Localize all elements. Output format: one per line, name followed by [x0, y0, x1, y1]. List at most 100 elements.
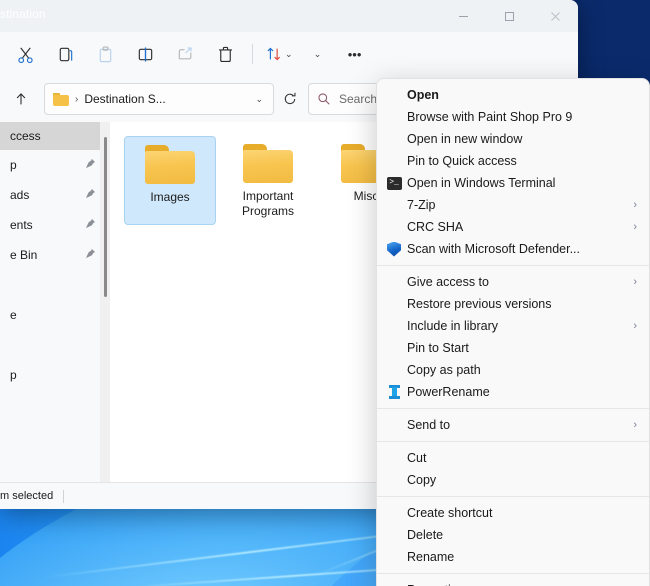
context-menu-item-7-zip[interactable]: 7-Zip›	[377, 194, 649, 216]
cut-button[interactable]	[6, 38, 44, 70]
context-menu-separator	[377, 408, 649, 409]
context-menu-item-open[interactable]: Open	[377, 84, 649, 106]
context-menu-item-label: Create shortcut	[407, 506, 637, 520]
sidebar-item-label: ads	[10, 188, 29, 202]
refresh-button[interactable]	[282, 91, 300, 107]
context-menu-item-give-access-to[interactable]: Give access to›	[377, 271, 649, 293]
toolbar-divider	[252, 44, 253, 64]
sidebar-item-quick-access[interactable]: ccess	[0, 122, 110, 150]
folder-item-images[interactable]: Images	[124, 136, 216, 225]
pin-icon	[85, 158, 96, 172]
sidebar-item-label: p	[10, 368, 17, 382]
window-controls	[440, 0, 578, 32]
submenu-chevron-right-icon: ›	[633, 276, 637, 288]
sidebar-item-downloads[interactable]: ads	[0, 180, 110, 210]
share-button[interactable]	[166, 38, 204, 70]
context-menu-item-powerrename[interactable]: PowerRename	[377, 381, 649, 403]
sidebar-item-label: ccess	[10, 129, 41, 143]
submenu-chevron-right-icon: ›	[633, 320, 637, 332]
submenu-chevron-right-icon: ›	[633, 199, 637, 211]
context-menu-item-label: Give access to	[407, 275, 633, 289]
minimize-button[interactable]	[440, 0, 486, 32]
sidebar-item-this-pc[interactable]: e	[0, 300, 110, 330]
delete-button[interactable]	[206, 38, 244, 70]
pin-icon	[85, 248, 96, 262]
navigate-up-button[interactable]	[6, 84, 36, 114]
context-menu-item-delete[interactable]: Delete	[377, 524, 649, 546]
context-menu-item-create-shortcut[interactable]: Create shortcut	[377, 502, 649, 524]
context-menu-item-label: Pin to Quick access	[407, 154, 637, 168]
ellipsis-icon: •••	[348, 48, 362, 61]
context-menu-separator	[377, 441, 649, 442]
context-menu-item-rename[interactable]: Rename	[377, 546, 649, 568]
context-menu-item-label: Scan with Microsoft Defender...	[407, 242, 637, 256]
address-bar[interactable]: › Destination S... ⌄	[44, 83, 274, 115]
submenu-chevron-right-icon: ›	[633, 221, 637, 233]
pin-icon	[85, 218, 96, 232]
status-selection-text: m selected	[0, 490, 53, 502]
status-divider	[63, 490, 64, 503]
context-menu: Open Browse with Paint Shop Pro 9 Open in …	[376, 78, 650, 586]
view-options-button[interactable]: ⌄	[299, 38, 337, 70]
sidebar-item-recycle-bin[interactable]: e Bin	[0, 240, 110, 270]
shield-icon	[381, 242, 407, 257]
context-menu-item-send-to[interactable]: Send to›	[377, 414, 649, 436]
context-menu-item-label: Open in new window	[407, 132, 637, 146]
context-menu-item-copy[interactable]: Copy	[377, 469, 649, 491]
context-menu-item-restore-previous-versions[interactable]: Restore previous versions	[377, 293, 649, 315]
context-menu-item-properties[interactable]: Properties	[377, 579, 649, 586]
address-chevron-down-icon[interactable]: ⌄	[249, 94, 269, 105]
context-menu-item-label: Cut	[407, 451, 637, 465]
sidebar-spacer	[0, 270, 110, 300]
context-menu-item-pin-to-quick-access[interactable]: Pin to Quick access	[377, 150, 649, 172]
sidebar-item-desktop[interactable]: p	[0, 150, 110, 180]
context-menu-item-open-in-new-window[interactable]: Open in new window	[377, 128, 649, 150]
powerrename-icon	[387, 385, 402, 399]
context-menu-item-label: CRC SHA	[407, 220, 633, 234]
context-menu-item-include-in-library[interactable]: Include in library›	[377, 315, 649, 337]
folder-label: Images	[150, 190, 189, 205]
copy-button[interactable]	[46, 38, 84, 70]
context-menu-item-label: Send to	[407, 418, 633, 432]
context-menu-item-open-in-windows-terminal[interactable]: >_Open in Windows Terminal	[377, 172, 649, 194]
folder-label: Important Programs	[242, 189, 294, 219]
terminal-icon: >_	[381, 177, 407, 190]
context-menu-item-browse-with-paint-shop-pro-9[interactable]: Browse with Paint Shop Pro 9	[377, 106, 649, 128]
folder-item-important-programs[interactable]: Important Programs	[222, 136, 314, 225]
context-menu-separator	[377, 265, 649, 266]
powerrename-icon	[381, 385, 407, 399]
folder-icon	[53, 93, 69, 106]
context-menu-item-cut[interactable]: Cut	[377, 447, 649, 469]
context-menu-item-label: Copy	[407, 473, 637, 487]
folder-icon	[241, 142, 295, 185]
command-toolbar: ⌄ ⌄ •••	[0, 32, 578, 76]
breadcrumb-separator: ›	[75, 94, 78, 105]
rename-button[interactable]	[126, 38, 164, 70]
view-chevron-down-icon: ⌄	[314, 50, 322, 59]
context-menu-item-label: Delete	[407, 528, 637, 542]
sidebar-scrollbar-thumb[interactable]	[104, 137, 107, 297]
context-menu-item-label: Copy as path	[407, 363, 637, 377]
context-menu-item-crc-sha[interactable]: CRC SHA›	[377, 216, 649, 238]
sort-button[interactable]: ⌄	[261, 38, 297, 70]
sidebar-item-label: p	[10, 158, 17, 172]
context-menu-item-label: Rename	[407, 550, 637, 564]
context-menu-item-label: Open	[407, 88, 637, 102]
title-bar: stination	[0, 0, 578, 32]
context-menu-item-scan-with-microsoft-defender[interactable]: Scan with Microsoft Defender...	[377, 238, 649, 260]
shield-icon	[387, 242, 401, 257]
submenu-chevron-right-icon: ›	[633, 419, 637, 431]
context-menu-item-pin-to-start[interactable]: Pin to Start	[377, 337, 649, 359]
folder-icon	[143, 143, 197, 186]
context-menu-item-label: Browse with Paint Shop Pro 9	[407, 110, 637, 124]
breadcrumb-path: Destination S...	[84, 92, 243, 106]
context-menu-item-label: PowerRename	[407, 385, 637, 399]
more-options-button[interactable]: •••	[339, 38, 371, 70]
maximize-button[interactable]	[486, 0, 532, 32]
sidebar-item-network[interactable]: p	[0, 360, 110, 390]
context-menu-item-copy-as-path[interactable]: Copy as path	[377, 359, 649, 381]
close-button[interactable]	[532, 0, 578, 32]
paste-button[interactable]	[86, 38, 124, 70]
pin-icon	[85, 188, 96, 202]
sidebar-item-documents[interactable]: ents	[0, 210, 110, 240]
